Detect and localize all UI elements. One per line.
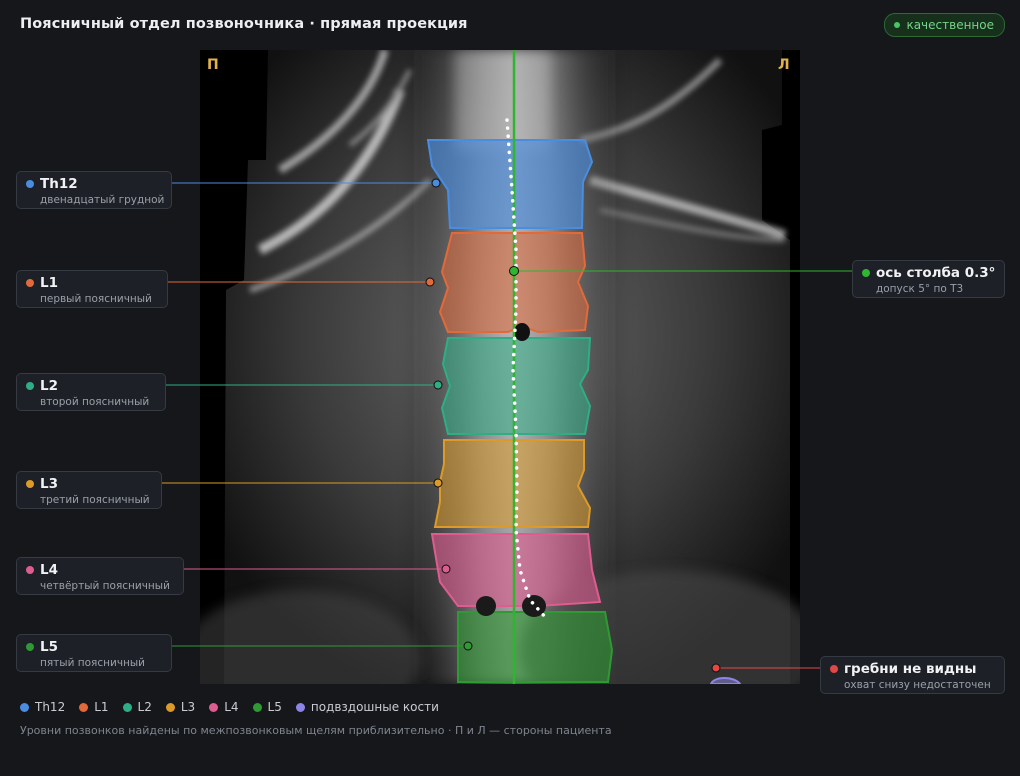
l4-swatch-icon [209,702,219,712]
legend-label: L1 [94,700,109,714]
l4-dot-icon [26,566,34,574]
callout-l5-desc: пятый поясничный [40,657,145,669]
l2-dot-icon [26,382,34,390]
axis-tolerance-note: допуск 5° по Т3 [876,283,964,295]
warning-dot-icon [830,665,838,673]
patient-right-marker: П [207,57,219,73]
patient-left-marker: Л [778,57,790,73]
callout-l3-desc: третий поясничный [40,494,150,506]
th12-dot-icon [26,180,34,188]
axis-dot-icon [862,269,870,277]
l1-dot-icon [26,279,34,287]
legend: Th12 L1 L2 L3 L4 L5 подвздошные кости [20,700,439,714]
l5-dot-icon [26,643,34,651]
axis-angle-label: ось столба 0.3° [876,265,996,281]
th12-swatch-icon [20,702,29,712]
callout-th12-name: Th12 [40,176,78,192]
legend-label: L3 [180,700,196,714]
callout-l3[interactable]: L3 третий поясничный [16,471,162,509]
quality-label: качественное [906,18,994,32]
l5-swatch-icon [252,702,262,712]
callout-l2[interactable]: L2 второй поясничный [16,373,166,411]
l3-swatch-icon [165,702,175,712]
l3-dot-icon [26,480,34,488]
quality-badge: качественное [884,13,1005,37]
callout-l3-name: L3 [40,476,58,492]
callout-l1[interactable]: L1 первый поясничный [16,270,168,308]
iliac-warning-label: гребни не видны [844,661,977,677]
callout-th12-desc: двенадцатый грудной [40,194,165,206]
callout-l5-name: L5 [40,639,58,655]
legend-label: Th12 [35,700,66,714]
page-title: Поясничный отдел позвоночника · прямая п… [20,16,468,32]
callout-l2-desc: второй поясничный [40,396,150,408]
footnote: Уровни позвонков найдены по межпозвонков… [20,724,612,737]
callout-l5[interactable]: L5 пятый поясничный [16,634,172,672]
legend-item-l1[interactable]: L1 [79,700,109,714]
segment-l5 [457,611,614,683]
legend-item-iliac[interactable]: подвздошные кости [295,700,439,714]
callout-l1-name: L1 [40,275,58,291]
legend-label: L4 [224,700,239,714]
callout-l4-name: L4 [40,562,58,578]
callout-l4[interactable]: L4 четвёртый поясничный [16,557,184,595]
callout-l1-desc: первый поясничный [40,293,152,305]
segment-l3 [433,439,592,528]
callout-column-axis[interactable]: ось столба 0.3° допуск 5° по Т3 [852,260,1005,298]
xray-viewport[interactable] [200,50,800,684]
l1-swatch-icon [79,702,89,712]
legend-label: L2 [137,700,152,714]
callout-l2-name: L2 [40,378,58,394]
callout-th12[interactable]: Th12 двенадцатый грудной [16,171,172,209]
legend-item-th12[interactable]: Th12 [20,700,65,714]
legend-label: L5 [267,700,282,714]
legend-item-l4[interactable]: L4 [209,700,239,714]
callout-iliac-warning[interactable]: гребни не видны охват снизу недостаточен [820,656,1005,694]
iliac-warning-note: охват снизу недостаточен [844,679,991,691]
legend-label: подвздошные кости [310,700,439,714]
xray-image [200,50,800,684]
legend-item-l3[interactable]: L3 [165,700,196,714]
legend-item-l2[interactable]: L2 [122,700,152,714]
iliac-swatch-icon [295,702,305,712]
legend-item-l5[interactable]: L5 [252,700,282,714]
segment-l4 [430,533,602,607]
status-dot-icon [894,22,901,28]
l2-swatch-icon [122,702,132,712]
callout-l4-desc: четвёртый поясничный [40,580,170,592]
